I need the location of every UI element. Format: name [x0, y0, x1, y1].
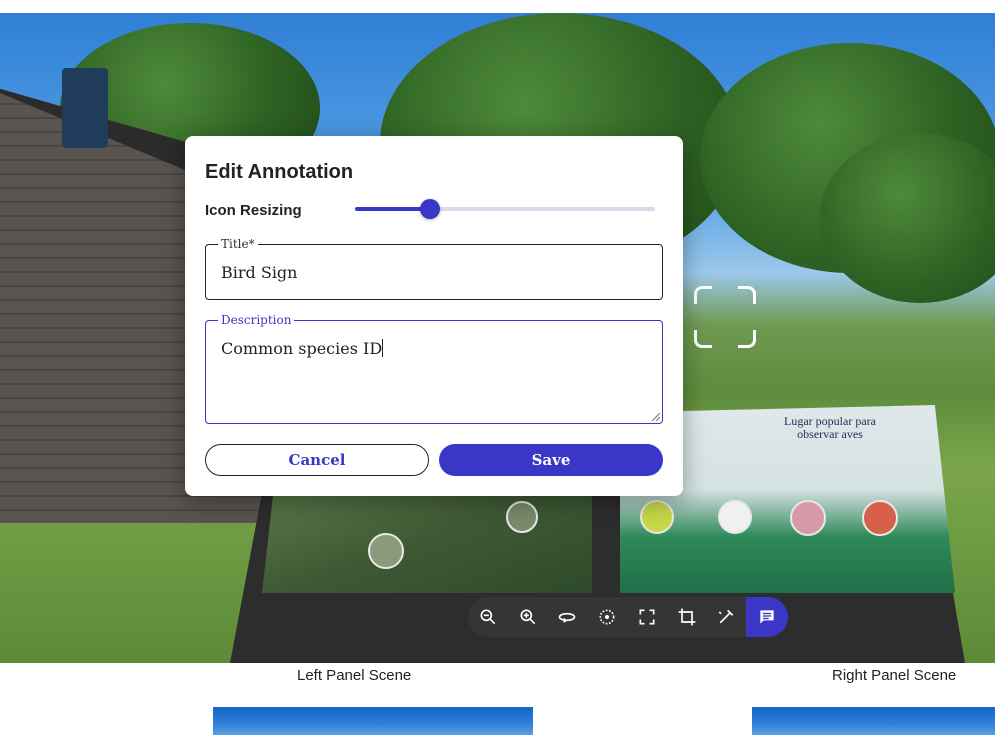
slider-thumb[interactable] [420, 199, 440, 219]
text-caret [382, 339, 384, 357]
description-field[interactable]: Description Common species ID [205, 312, 663, 424]
zoom-in-icon[interactable] [508, 597, 548, 637]
comment-icon[interactable] [746, 597, 788, 637]
right-scene-label[interactable]: Right Panel Scene [832, 667, 956, 684]
bird-illustration [506, 501, 538, 533]
left-scene-thumbnail[interactable] [213, 707, 533, 735]
focus-target-icon[interactable] [694, 286, 756, 348]
save-button[interactable]: Save [439, 444, 663, 476]
slider-track [355, 207, 430, 211]
dialog-title: Edit Annotation [205, 161, 354, 183]
title-field[interactable]: Title* Bird Sign [205, 236, 663, 300]
description-text: Common species ID [221, 339, 383, 358]
fullscreen-icon[interactable] [627, 597, 667, 637]
edit-annotation-dialog: Edit Annotation Icon Resizing Title* Bir… [185, 136, 683, 496]
left-scene-label[interactable]: Left Panel Scene [297, 667, 411, 684]
cancel-button[interactable]: Cancel [205, 444, 429, 476]
title-field-label: Title* [218, 236, 258, 252]
edit-icon[interactable] [707, 597, 747, 637]
bird-illustration [790, 500, 826, 536]
title-field-value[interactable]: Bird Sign [221, 263, 297, 282]
sign-heading: Lugar popular para observar aves [784, 414, 876, 441]
zoom-out-icon[interactable] [468, 597, 508, 637]
icon-resizing-slider[interactable] [355, 197, 655, 221]
app-stage: Lugar popular para observar aves Edit An… [0, 0, 995, 735]
compass-icon[interactable] [587, 597, 627, 637]
resize-grip-icon[interactable] [652, 413, 660, 421]
description-field-value[interactable]: Common species ID [221, 339, 384, 358]
rotate-icon[interactable] [548, 597, 588, 637]
right-scene-thumbnail[interactable] [752, 707, 995, 735]
description-field-label: Description [218, 312, 295, 328]
chimney [62, 68, 108, 148]
bird-illustration [640, 500, 674, 534]
crop-icon[interactable] [667, 597, 707, 637]
icon-resizing-label: Icon Resizing [205, 202, 302, 219]
bird-illustration [718, 500, 752, 534]
viewer-toolbar [468, 597, 788, 637]
bird-illustration [862, 500, 898, 536]
bird-illustration [368, 533, 404, 569]
